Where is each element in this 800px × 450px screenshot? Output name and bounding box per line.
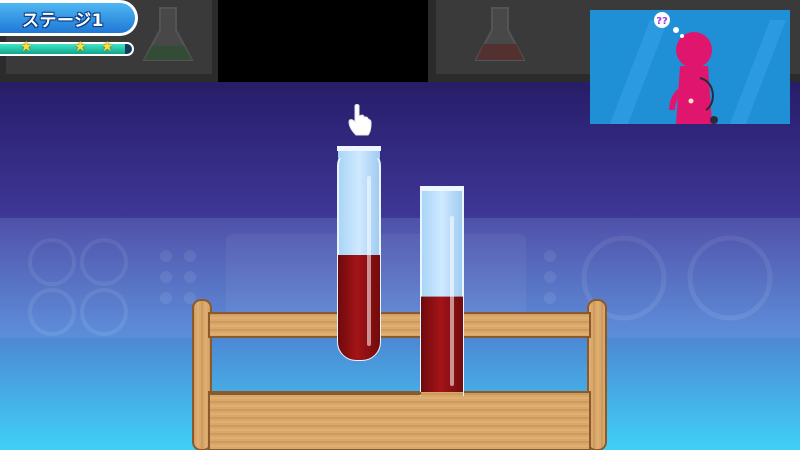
test-tube-right[interactable]: [420, 186, 464, 396]
game-scene: ??: [0, 0, 800, 450]
rack-top-bar: [208, 312, 591, 338]
rack-bottom-edge: [209, 392, 421, 395]
star-icon: ★: [74, 39, 87, 55]
star-icon: ★: [20, 39, 33, 55]
star-icon: ★: [101, 39, 114, 55]
character-inset: ??: [590, 10, 790, 124]
liquid-right: [421, 296, 463, 395]
thought-text: ??: [656, 16, 668, 27]
stage-label: ステージ1: [22, 10, 104, 31]
liquid-left: [338, 255, 380, 360]
rack-bottom-shelf: [208, 391, 591, 450]
test-tube-left[interactable]: [337, 146, 381, 361]
stage-badge: ステージ1: [0, 0, 138, 36]
